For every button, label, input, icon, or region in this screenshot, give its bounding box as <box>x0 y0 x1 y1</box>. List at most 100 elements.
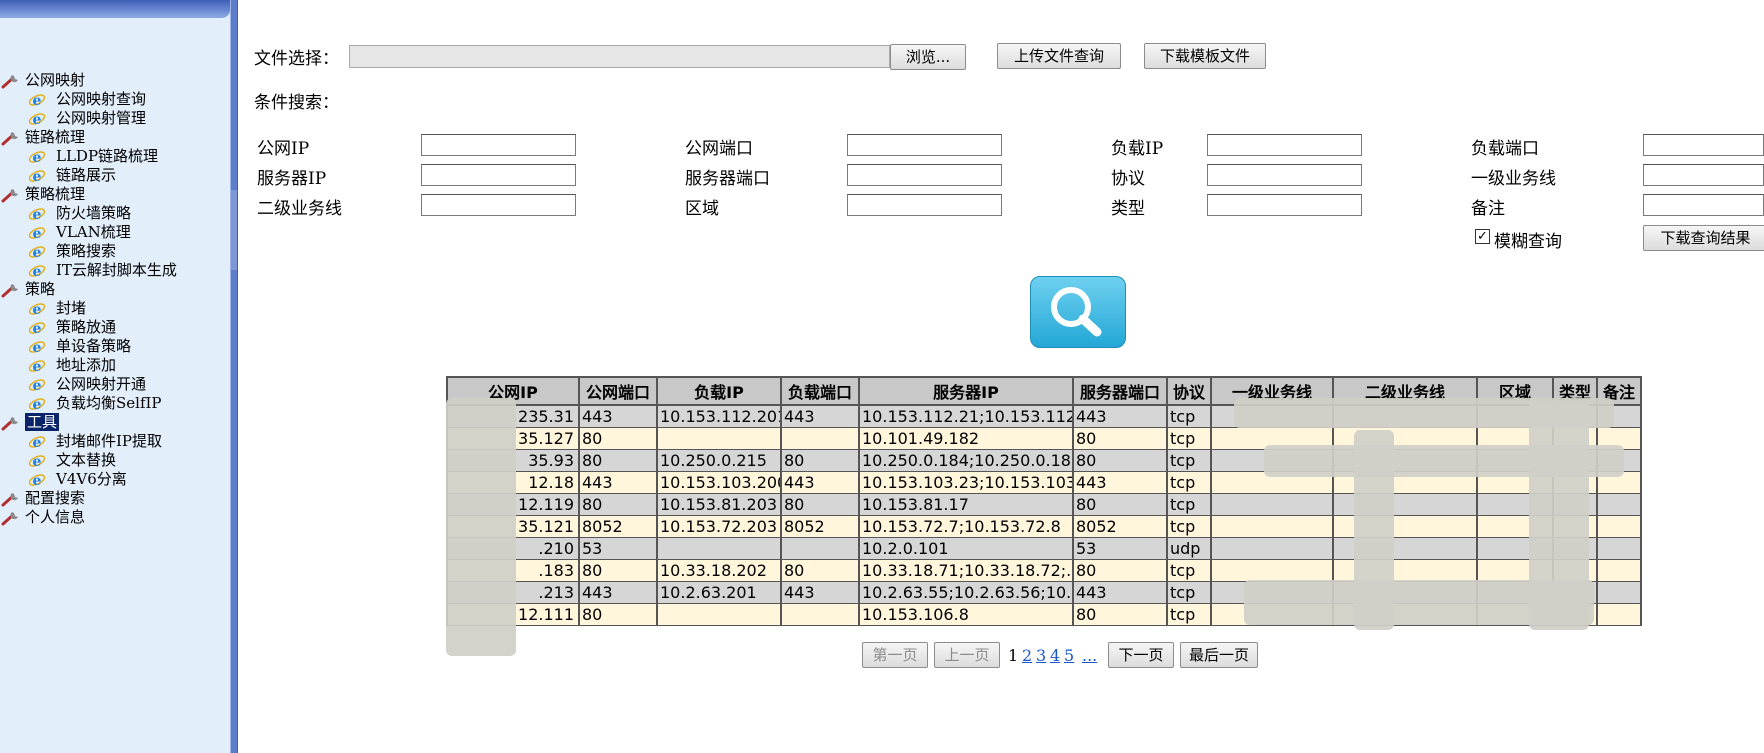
sidebar-splitter[interactable] <box>230 0 238 753</box>
column-header[interactable]: 负载IP <box>656 376 782 406</box>
svg-text:e: e <box>33 359 42 374</box>
splitter-handle[interactable] <box>231 190 237 270</box>
table-cell: tcp <box>1166 449 1212 472</box>
table-cell: 443 <box>1072 581 1168 604</box>
table-cell: 443 <box>780 404 860 428</box>
fuzzy-query-label: 模糊查询 <box>1494 232 1562 252</box>
download-results-button[interactable]: 下载查询结果 <box>1643 225 1764 251</box>
table-cell: 80 <box>1072 449 1168 472</box>
column-header[interactable]: 服务器端口 <box>1072 376 1168 406</box>
fuzzy-query-checkbox[interactable]: ✓ <box>1475 229 1490 244</box>
sidebar-item-label: 地址添加 <box>56 356 117 374</box>
prev-page-button[interactable]: 上一页 <box>934 642 1000 668</box>
sidebar-group-5[interactable]: 配置搜索 <box>0 489 228 508</box>
svg-text:e: e <box>33 302 42 317</box>
download-template-button[interactable]: 下载模板文件 <box>1144 43 1266 69</box>
table-row[interactable]: .183 80 10.33.18.202 80 10.33.18.71;10.33.18… <box>446 559 1642 582</box>
lb-port-input[interactable] <box>1643 134 1764 156</box>
sidebar-item-3-4[interactable]: e 公网映射开通 <box>0 375 228 394</box>
zone-input[interactable] <box>847 194 1002 216</box>
biz-line-2-input[interactable] <box>421 194 576 216</box>
table-row[interactable]: 35.121 8052 10.153.72.203 8052 10.153.72.7;1… <box>446 515 1642 538</box>
table-cell: 10.153.72.203 <box>656 515 782 538</box>
page-link-more[interactable]: ... <box>1082 646 1097 665</box>
column-header[interactable]: 协议 <box>1166 376 1212 406</box>
public-port-input[interactable] <box>847 134 1002 156</box>
column-header[interactable]: 公网端口 <box>578 376 658 406</box>
sidebar-item-2-3[interactable]: e IT云解封脚本生成 <box>0 261 228 280</box>
table-cell: 10.153.103.23;10.153.103... <box>858 471 1074 494</box>
protocol-input[interactable] <box>1207 164 1362 186</box>
first-page-button[interactable]: 第一页 <box>862 642 928 668</box>
redaction-overlay <box>1529 400 1589 630</box>
table-cell: 80 <box>780 449 860 472</box>
table-cell: 443 <box>780 581 860 604</box>
sidebar-item-2-0[interactable]: e 防火墙策略 <box>0 204 228 223</box>
sidebar-item-4-2[interactable]: e V4V6分离 <box>0 470 228 489</box>
page-link-2[interactable]: 2 <box>1022 646 1032 665</box>
sidebar-group-1[interactable]: 链路梳理 <box>0 128 228 147</box>
nav-tree: 公网映射 e 公网映射查询 e 公网映射管理 链路梳理 e LLDP链路梳理 e 链路展示 策略梳理… <box>0 71 228 527</box>
sidebar-item-3-2[interactable]: e 单设备策略 <box>0 337 228 356</box>
sidebar-item-0-1[interactable]: e 公网映射管理 <box>0 109 228 128</box>
page-link-4[interactable]: 4 <box>1050 646 1060 665</box>
condition-search-label: 条件搜索： <box>254 93 339 113</box>
table-cell: tcp <box>1166 581 1212 604</box>
sidebar-item-2-1[interactable]: e VLAN梳理 <box>0 223 228 242</box>
sidebar-item-1-0[interactable]: e LLDP链路梳理 <box>0 147 228 166</box>
server-ip-input[interactable] <box>421 164 576 186</box>
table-cell: tcp <box>1166 404 1212 428</box>
redaction-overlay <box>446 398 516 656</box>
svg-text:e: e <box>33 150 42 165</box>
last-page-button[interactable]: 最后一页 <box>1180 642 1258 668</box>
sidebar-item-0-0[interactable]: e 公网映射查询 <box>0 90 228 109</box>
sidebar-group-4[interactable]: 工具 <box>0 413 228 432</box>
sidebar-item-1-1[interactable]: e 链路展示 <box>0 166 228 185</box>
sidebar-item-3-1[interactable]: e 策略放通 <box>0 318 228 337</box>
sidebar-item-3-3[interactable]: e 地址添加 <box>0 356 228 375</box>
sidebar-item-3-5[interactable]: e 负载均衡SelfIP <box>0 394 228 413</box>
sidebar-group-label: 链路梳理 <box>25 128 86 146</box>
table-cell: 80 <box>780 559 860 582</box>
sidebar-group-2[interactable]: 策略梳理 <box>0 185 228 204</box>
table-cell <box>656 427 782 450</box>
type-input[interactable] <box>1207 194 1362 216</box>
page-link-5[interactable]: 5 <box>1064 646 1074 665</box>
sidebar-group-3[interactable]: 策略 <box>0 280 228 299</box>
sidebar-group-6[interactable]: 个人信息 <box>0 508 228 527</box>
browse-button[interactable]: 浏览... <box>890 44 966 70</box>
sidebar-item-4-0[interactable]: e 封堵邮件IP提取 <box>0 432 228 451</box>
table-row[interactable]: .210 53 10.2.0.101 53 udp <box>446 537 1642 560</box>
type-label: 类型 <box>1111 199 1145 219</box>
column-header[interactable]: 负载端口 <box>780 376 860 406</box>
next-page-button[interactable]: 下一页 <box>1108 642 1174 668</box>
upload-query-button[interactable]: 上传文件查询 <box>997 43 1121 69</box>
table-cell <box>656 603 782 626</box>
svg-text:e: e <box>33 226 42 241</box>
table-cell: 80 <box>578 559 658 582</box>
column-header[interactable]: 服务器IP <box>858 376 1074 406</box>
lb-ip-input[interactable] <box>1207 134 1362 156</box>
table-cell: 80 <box>578 427 658 450</box>
remark-input[interactable] <box>1643 194 1764 216</box>
search-button[interactable] <box>1030 276 1126 348</box>
table-cell: 10.33.18.202 <box>656 559 782 582</box>
table-cell: 80 <box>1072 493 1168 516</box>
public-ip-input[interactable] <box>421 134 576 156</box>
zone-label: 区域 <box>685 199 719 219</box>
sidebar-item-label: IT云解封脚本生成 <box>56 261 177 279</box>
page-link-3[interactable]: 3 <box>1036 646 1046 665</box>
sidebar-item-3-0[interactable]: e 封堵 <box>0 299 228 318</box>
sidebar-group-label: 策略梳理 <box>25 185 86 203</box>
biz-line-1-input[interactable] <box>1643 164 1764 186</box>
sidebar-item-label: 封堵 <box>56 299 87 317</box>
server-port-input[interactable] <box>847 164 1002 186</box>
sidebar-group-0[interactable]: 公网映射 <box>0 71 228 90</box>
sidebar-item-2-2[interactable]: e 策略搜索 <box>0 242 228 261</box>
table-row[interactable]: 12.119 80 10.153.81.203 80 10.153.81.17 80 tcp <box>446 493 1642 516</box>
table-cell <box>1596 581 1642 604</box>
sidebar-item-4-1[interactable]: e 文本替换 <box>0 451 228 470</box>
wrench-icon <box>1 510 21 531</box>
file-path-field[interactable] <box>349 45 890 68</box>
table-cell: 10.153.81.203 <box>656 493 782 516</box>
